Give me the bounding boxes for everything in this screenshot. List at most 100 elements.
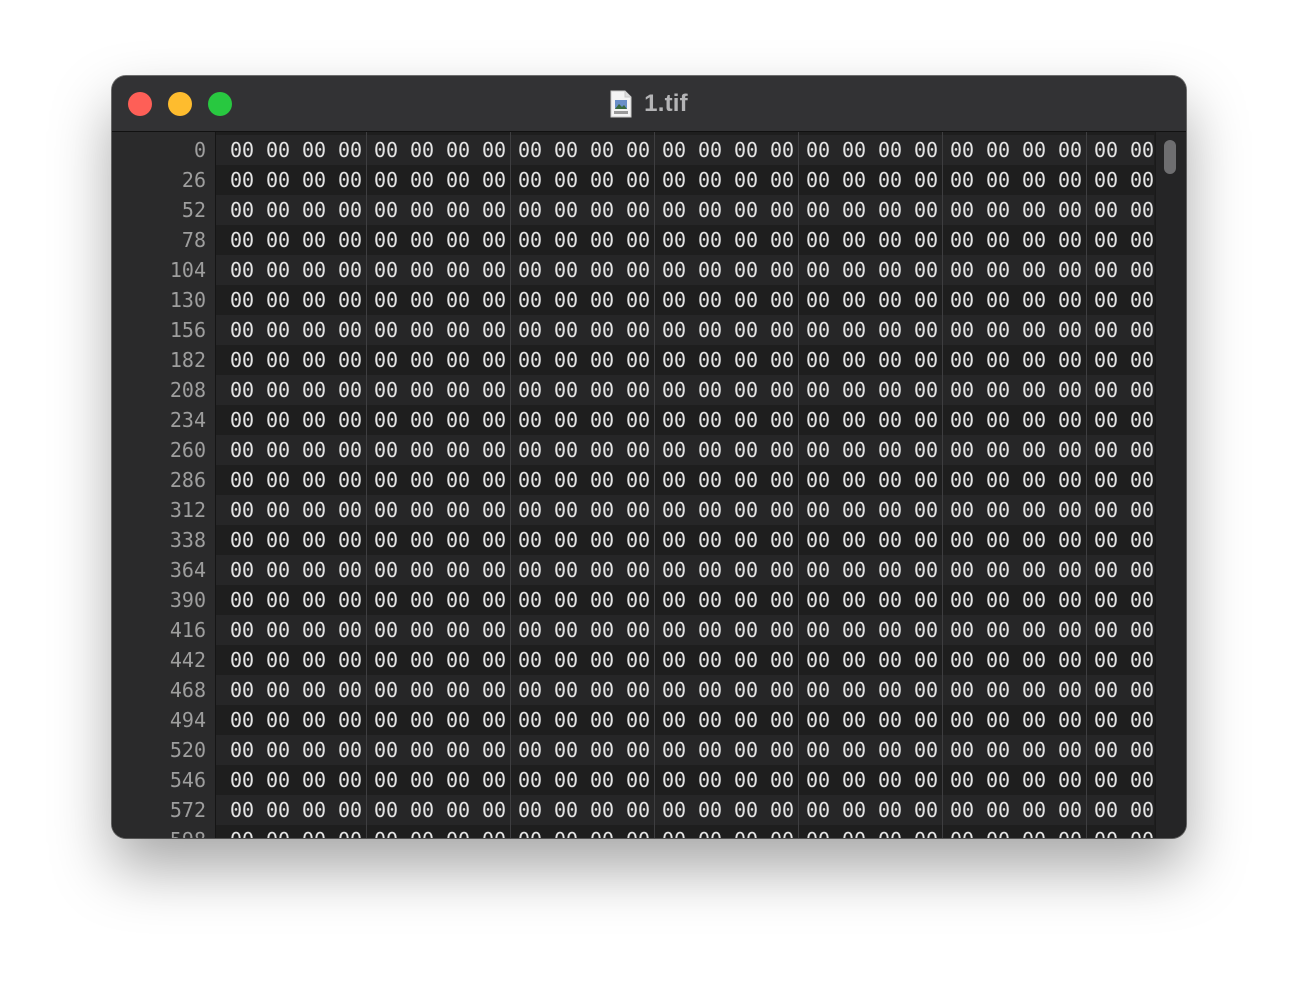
hex-byte[interactable]: 00: [260, 165, 296, 195]
hex-byte[interactable]: 00: [872, 465, 908, 495]
hex-byte[interactable]: 00: [728, 345, 764, 375]
hex-byte[interactable]: 00: [368, 285, 404, 315]
hex-byte[interactable]: 00: [620, 705, 656, 735]
hex-byte[interactable]: 00: [512, 405, 548, 435]
hex-byte[interactable]: 00: [800, 285, 836, 315]
hex-byte[interactable]: 00: [764, 765, 800, 795]
hex-byte[interactable]: 00: [944, 645, 980, 675]
hex-byte[interactable]: 00: [584, 825, 620, 838]
hex-byte[interactable]: 00: [260, 225, 296, 255]
hex-byte[interactable]: 00: [584, 495, 620, 525]
hex-byte[interactable]: 00: [224, 225, 260, 255]
hex-byte[interactable]: 00: [296, 255, 332, 285]
hex-byte[interactable]: 00: [548, 555, 584, 585]
hex-byte[interactable]: 00: [764, 585, 800, 615]
hex-byte[interactable]: 00: [692, 195, 728, 225]
hex-byte[interactable]: 00: [764, 795, 800, 825]
hex-byte[interactable]: 00: [224, 435, 260, 465]
hex-byte[interactable]: 00: [332, 795, 368, 825]
hex-byte[interactable]: 00: [872, 405, 908, 435]
hex-byte[interactable]: 00: [404, 405, 440, 435]
hex-byte[interactable]: 00: [512, 495, 548, 525]
hex-byte[interactable]: 00: [548, 315, 584, 345]
hex-byte[interactable]: 00: [224, 585, 260, 615]
hex-byte[interactable]: 00: [296, 405, 332, 435]
hex-byte[interactable]: 00: [1088, 795, 1124, 825]
hex-byte[interactable]: 00: [368, 795, 404, 825]
hex-byte[interactable]: 00: [728, 285, 764, 315]
hex-byte[interactable]: 00: [476, 525, 512, 555]
hex-byte[interactable]: 00: [692, 165, 728, 195]
hex-byte[interactable]: 00: [1052, 645, 1088, 675]
hex-byte[interactable]: 00: [260, 375, 296, 405]
hex-byte[interactable]: 00: [548, 285, 584, 315]
hex-byte[interactable]: 00: [332, 675, 368, 705]
hex-byte[interactable]: 00: [1016, 285, 1052, 315]
hex-byte[interactable]: 00: [584, 615, 620, 645]
hex-byte[interactable]: 00: [224, 825, 260, 838]
hex-byte[interactable]: 00: [620, 525, 656, 555]
hex-byte[interactable]: 00: [944, 525, 980, 555]
hex-byte[interactable]: 00: [872, 555, 908, 585]
hex-byte[interactable]: 00: [1088, 195, 1124, 225]
hex-byte[interactable]: 00: [980, 315, 1016, 345]
hex-byte[interactable]: 00: [908, 765, 944, 795]
hex-byte[interactable]: 00: [872, 735, 908, 765]
hex-byte[interactable]: 00: [944, 585, 980, 615]
hex-byte[interactable]: 00: [944, 765, 980, 795]
hex-byte[interactable]: 00: [584, 375, 620, 405]
hex-byte[interactable]: 00: [548, 525, 584, 555]
hex-byte[interactable]: 00: [224, 135, 260, 165]
hex-byte[interactable]: 00: [368, 405, 404, 435]
hex-byte[interactable]: 00: [944, 705, 980, 735]
hex-byte[interactable]: 00: [728, 225, 764, 255]
hex-byte[interactable]: 00: [440, 255, 476, 285]
hex-byte[interactable]: 00: [944, 165, 980, 195]
hex-byte[interactable]: 00: [224, 255, 260, 285]
hex-byte[interactable]: 00: [692, 255, 728, 285]
hex-byte[interactable]: 00: [1016, 405, 1052, 435]
hex-byte[interactable]: 00: [548, 585, 584, 615]
hex-byte[interactable]: 00: [548, 735, 584, 765]
hex-byte[interactable]: 00: [728, 825, 764, 838]
hex-byte[interactable]: 00: [224, 495, 260, 525]
hex-byte[interactable]: 00: [692, 315, 728, 345]
hex-byte[interactable]: 00: [620, 405, 656, 435]
hex-byte[interactable]: 00: [260, 735, 296, 765]
hex-byte[interactable]: 00: [656, 615, 692, 645]
hex-byte[interactable]: 00: [476, 285, 512, 315]
hex-byte[interactable]: 00: [836, 165, 872, 195]
hex-byte[interactable]: 00: [980, 795, 1016, 825]
hex-byte[interactable]: 00: [944, 375, 980, 405]
hex-byte[interactable]: 00: [476, 345, 512, 375]
hex-byte[interactable]: 00: [800, 495, 836, 525]
hex-byte[interactable]: 00: [512, 585, 548, 615]
hex-byte[interactable]: 00: [224, 705, 260, 735]
hex-byte[interactable]: 00: [980, 825, 1016, 838]
hex-byte[interactable]: 00: [476, 375, 512, 405]
hex-byte[interactable]: 00: [1052, 705, 1088, 735]
hex-byte[interactable]: 00: [728, 675, 764, 705]
hex-byte[interactable]: 00: [692, 135, 728, 165]
hex-byte[interactable]: 00: [584, 225, 620, 255]
hex-byte[interactable]: 00: [404, 825, 440, 838]
hex-byte[interactable]: 00: [404, 435, 440, 465]
hex-byte[interactable]: 00: [980, 135, 1016, 165]
hex-byte[interactable]: 00: [620, 675, 656, 705]
hex-byte[interactable]: 00: [404, 495, 440, 525]
hex-byte[interactable]: 00: [728, 165, 764, 195]
hex-byte[interactable]: 00: [512, 315, 548, 345]
hex-byte[interactable]: 00: [944, 435, 980, 465]
hex-byte[interactable]: 00: [332, 495, 368, 525]
hex-byte[interactable]: 00: [332, 195, 368, 225]
hex-byte[interactable]: 00: [512, 525, 548, 555]
hex-byte[interactable]: 00: [296, 825, 332, 838]
hex-byte[interactable]: 00: [476, 315, 512, 345]
hex-byte[interactable]: 00: [764, 165, 800, 195]
hex-byte[interactable]: 00: [800, 765, 836, 795]
hex-byte[interactable]: 00: [944, 345, 980, 375]
hex-byte[interactable]: 00: [728, 465, 764, 495]
hex-byte[interactable]: 00: [224, 165, 260, 195]
hex-byte[interactable]: 00: [548, 225, 584, 255]
hex-byte[interactable]: 00: [404, 585, 440, 615]
